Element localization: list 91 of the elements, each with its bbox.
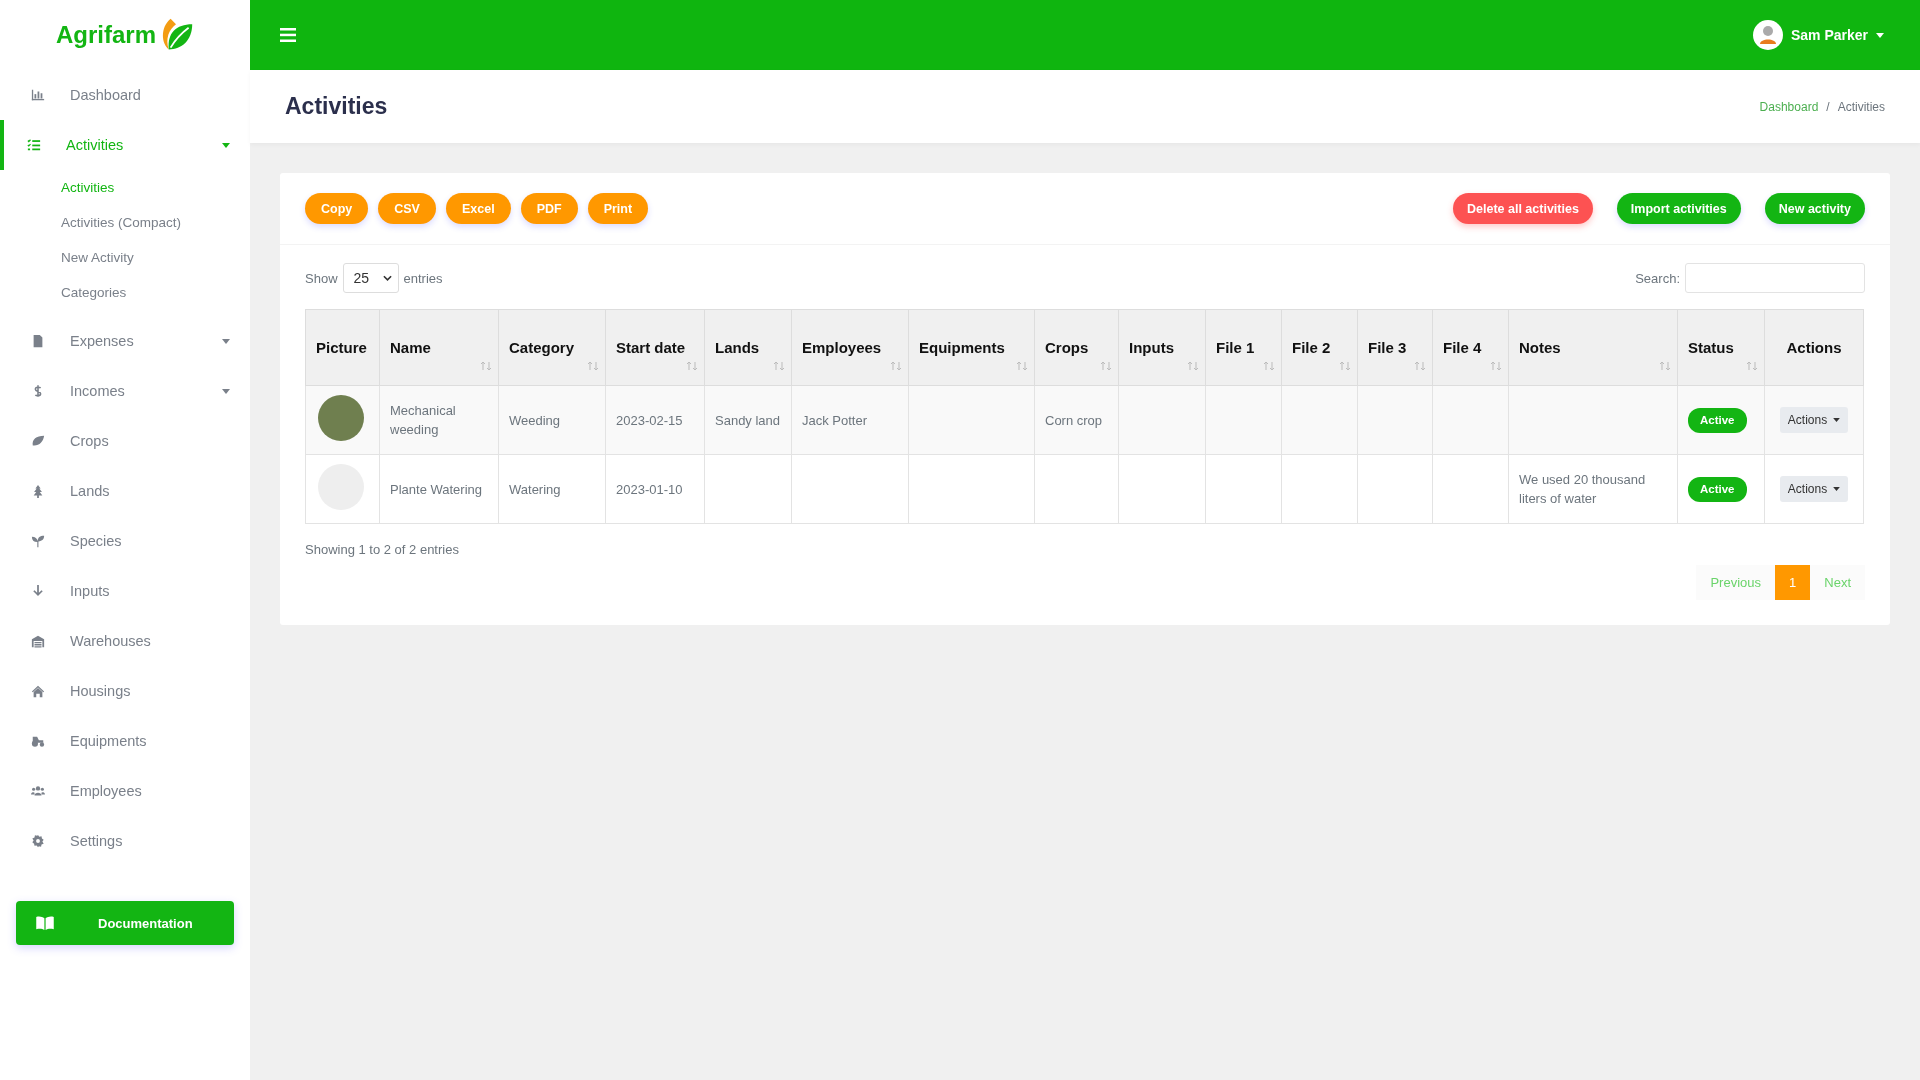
caret-icon <box>1833 487 1841 491</box>
caret-icon <box>222 142 230 148</box>
people-icon <box>31 784 45 798</box>
column-header[interactable]: Employees <box>791 309 909 386</box>
house-icon <box>31 684 45 698</box>
breadcrumb-link[interactable]: Dashboard <box>1759 99 1819 114</box>
sidebar-item[interactable]: Dashboard <box>0 70 250 120</box>
export-button[interactable]: CSV <box>378 193 436 224</box>
submenu-item[interactable]: New Activity <box>61 240 134 275</box>
caret-icon <box>1833 418 1841 422</box>
sidebar-item[interactable]: Incomes <box>0 366 250 416</box>
column-header[interactable]: File 1 <box>1205 309 1282 386</box>
table-cell: Sandy land <box>715 412 781 428</box>
column-header[interactable]: Name <box>379 309 499 386</box>
gear-icon <box>31 834 45 848</box>
table-cell: 2023-01-10 <box>616 481 683 497</box>
chevron-icon <box>382 275 392 281</box>
column-header[interactable]: File 3 <box>1357 309 1433 386</box>
breadcrumb-current: Activities <box>1837 99 1885 114</box>
export-button[interactable]: Copy <box>305 193 369 224</box>
actions-dropdown-button[interactable]: Actions <box>1779 476 1849 502</box>
show-label: Show <box>305 270 338 286</box>
search-label: Search: <box>1635 270 1680 286</box>
status-badge: Active <box>1688 476 1747 502</box>
action-button[interactable]: Delete all activities <box>1453 193 1593 224</box>
tractor-icon <box>31 734 45 748</box>
sprout-icon <box>31 534 45 548</box>
entries-label: entries <box>403 270 443 286</box>
sidebar-item[interactable]: Settings <box>0 816 250 866</box>
action-button[interactable]: New activity <box>1764 193 1865 224</box>
column-header[interactable]: File 2 <box>1281 309 1358 386</box>
export-button[interactable]: Print <box>587 193 649 224</box>
export-button[interactable]: PDF <box>520 193 578 224</box>
chart-icon <box>31 88 45 102</box>
table-cell: Mechanical weeding <box>390 403 456 437</box>
documentation-button[interactable]: Documentation <box>16 901 234 945</box>
user-name: Sam Parker <box>1790 27 1868 43</box>
tree-icon <box>31 484 45 498</box>
arrow-down-icon <box>31 584 45 598</box>
table-cell: We used 20 thousand liters of water <box>1519 472 1646 506</box>
book-icon <box>36 916 54 930</box>
search-field[interactable] <box>1685 263 1865 293</box>
status-badge: Active <box>1688 407 1747 433</box>
column-header[interactable]: Crops <box>1034 309 1119 386</box>
submenu-item[interactable]: Activities (Compact) <box>61 205 182 240</box>
table-cell: Watering <box>509 481 561 497</box>
receipt-icon <box>31 334 45 348</box>
list-icon <box>27 138 41 152</box>
avatar-icon <box>1752 20 1783 50</box>
sidebar-item[interactable]: Expenses <box>0 316 250 366</box>
column-header[interactable]: Lands <box>704 309 792 386</box>
caret-icon <box>1876 32 1884 38</box>
column-header[interactable]: Status <box>1677 309 1765 386</box>
table-cell: Corn crop <box>1045 412 1103 428</box>
leaf-icon <box>31 434 45 448</box>
table-cell: 2023-02-15 <box>616 412 683 428</box>
table-info: Showing 1 to 2 of 2 entries <box>305 542 460 557</box>
submenu-item[interactable]: Categories <box>61 275 127 310</box>
user-menu[interactable]: Sam Parker <box>1752 20 1884 50</box>
sidebar-item[interactable]: Equipments <box>0 716 250 766</box>
action-button[interactable]: Import activities <box>1616 193 1741 224</box>
column-header[interactable]: Actions <box>1764 309 1864 386</box>
column-header[interactable]: Picture <box>305 309 380 386</box>
page-number[interactable]: 1 <box>1775 565 1811 600</box>
warehouse-icon <box>31 634 45 648</box>
table-cell: Plante Watering <box>390 481 482 497</box>
sidebar-item[interactable]: Employees <box>0 766 250 816</box>
menu-icon[interactable] <box>280 28 296 42</box>
column-header[interactable]: Notes <box>1508 309 1678 386</box>
table-cell: Weeding <box>509 412 561 428</box>
sidebar-item[interactable]: Warehouses <box>0 616 250 666</box>
export-button[interactable]: Excel <box>445 193 511 224</box>
entries-select[interactable]: 25 <box>342 263 399 293</box>
brand-name: Agrifarm <box>56 21 156 49</box>
sidebar-item[interactable]: Crops <box>0 416 250 466</box>
page-title: Activities <box>285 93 388 120</box>
submenu-item[interactable]: Activities <box>61 170 115 205</box>
column-header[interactable]: Start date <box>605 309 705 386</box>
actions-dropdown-button[interactable]: Actions <box>1779 407 1849 433</box>
column-header[interactable]: File 4 <box>1432 309 1509 386</box>
sidebar-item[interactable]: Inputs <box>0 566 250 616</box>
table-cell: Jack Potter <box>802 412 868 428</box>
column-header[interactable]: Category <box>498 309 606 386</box>
column-header[interactable]: Inputs <box>1118 309 1206 386</box>
column-header[interactable]: Equipments <box>908 309 1035 386</box>
caret-icon <box>222 388 230 394</box>
sidebar-item[interactable]: Lands <box>0 466 250 516</box>
breadcrumb-separator: / <box>1826 99 1830 114</box>
sidebar-item[interactable]: Housings <box>0 666 250 716</box>
sidebar-item[interactable]: Species <box>0 516 250 566</box>
caret-icon <box>222 338 230 344</box>
